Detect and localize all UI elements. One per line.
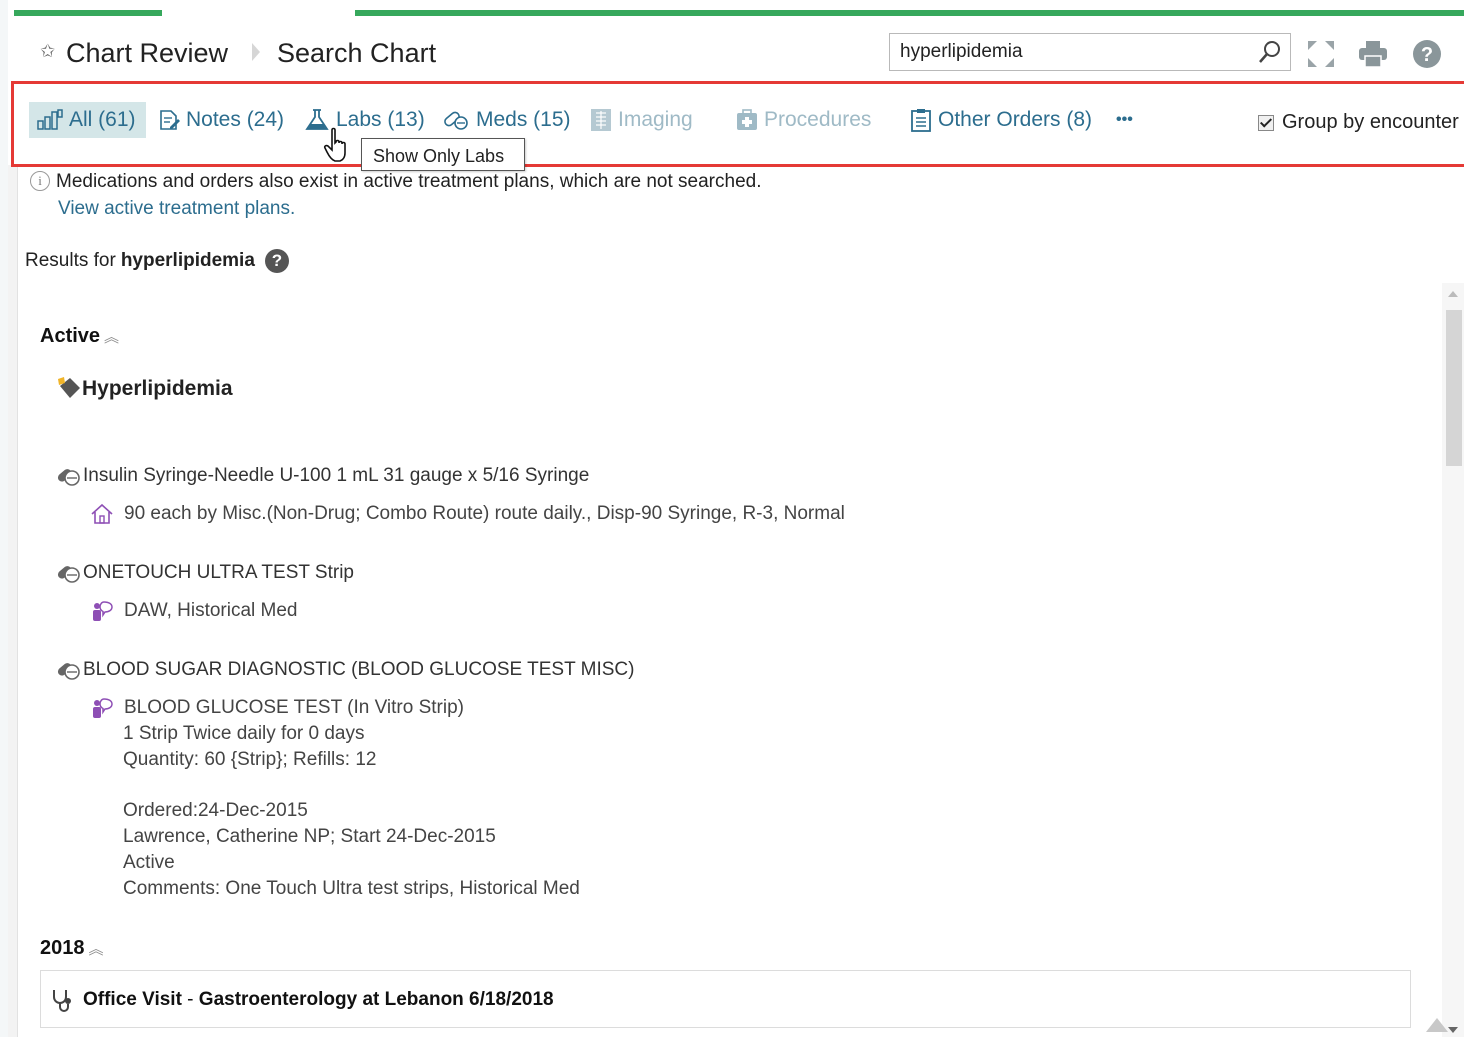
procedures-icon [737, 109, 757, 130]
filter-toolbar: All (61) Notes (24) Labs (13) Meds (15) … [11, 81, 1464, 167]
jump-to-top-icon[interactable] [1424, 1010, 1450, 1034]
year-section-title: 2018 [40, 937, 85, 959]
medication-icon [57, 663, 80, 680]
treatment-plan-notice: i Medications and orders also exist in ac… [30, 171, 761, 193]
active-section-title: Active [40, 325, 101, 347]
med-item-insulin-syringe[interactable]: Insulin Syringe-Needle U-100 1 mL 31 gau… [55, 465, 589, 487]
active-section-header[interactable]: Active ︽ [40, 325, 119, 348]
group-by-encounter-label: Group by encounter [1282, 111, 1459, 133]
results-scrollbar[interactable] [1442, 283, 1464, 1037]
imaging-icon [591, 109, 611, 131]
encounter-detail: Gastroenterology at Lebanon 6/18/2018 [198, 989, 554, 1010]
med-detail-status: Active [123, 852, 175, 873]
medication-icon [57, 469, 80, 486]
filter-other-orders-label: Other Orders (8) [938, 108, 1093, 131]
problem-hyperlipidemia[interactable]: Hyperlipidemia [56, 376, 233, 402]
problem-name: Hyperlipidemia [82, 377, 233, 400]
results-prefix: Results for [25, 250, 116, 271]
expand-icon[interactable] [1305, 38, 1337, 70]
med-detail-ordered: Ordered:24-Dec-2015 [123, 800, 308, 821]
clipboard-icon [911, 109, 931, 132]
help-circle-icon[interactable]: ? [264, 249, 289, 273]
filter-notes-label: Notes (24) [186, 108, 285, 131]
med-name: BLOOD SUGAR DIAGNOSTIC (BLOOD GLUCOSE TE… [83, 659, 635, 680]
breadcrumb-separator-icon [252, 43, 260, 61]
hand-cursor-icon [323, 127, 346, 162]
filter-imaging-button[interactable]: Imaging [590, 102, 693, 138]
stethoscope-icon [53, 990, 71, 1012]
view-treatment-plans-link[interactable]: View active treatment plans. [58, 198, 295, 220]
chart-search-input[interactable] [900, 41, 1240, 63]
info-icon: i [30, 171, 50, 191]
all-results-icon [37, 109, 63, 130]
filter-procedures-button[interactable]: Procedures [736, 102, 871, 138]
filter-other-orders-button[interactable]: Other Orders (8) [910, 102, 1092, 138]
pin-icon[interactable]: ✩ [40, 41, 55, 62]
problem-icon [58, 377, 80, 398]
search-icon[interactable] [1256, 38, 1284, 66]
scroll-thumb[interactable] [1446, 310, 1462, 466]
encounter-type: Office Visit [83, 989, 182, 1010]
results-heading: Results for hyperlipidemia ? [25, 249, 289, 273]
chart-search-field[interactable] [889, 33, 1291, 71]
filter-notes-button[interactable]: Notes (24) [158, 102, 284, 138]
home-icon [91, 503, 113, 524]
medication-icon [57, 566, 80, 583]
encounter-card[interactable]: Office Visit - Gastroenterology at Leban… [40, 970, 1411, 1028]
patient-reported-icon [93, 698, 113, 718]
med-detail-dosing: 1 Strip Twice daily for 0 days [123, 723, 365, 744]
activity-header: ✩ Chart Review Search Chart ? [0, 16, 1464, 80]
labs-tooltip: Show Only Labs [361, 138, 525, 171]
collapse-chevron-icon[interactable]: ︽ [89, 941, 104, 958]
year-2018-section-header[interactable]: 2018 ︽ [40, 937, 104, 960]
med-detail-quantity: Quantity: 60 {Strip}; Refills: 12 [123, 749, 377, 770]
notes-icon [160, 110, 180, 130]
page-title: Search Chart [277, 38, 437, 68]
print-icon[interactable] [1357, 38, 1389, 70]
help-icon[interactable]: ? [1411, 38, 1443, 70]
med-sig: DAW, Historical Med [90, 600, 298, 622]
med-detail-prescriber: Lawrence, Catherine NP; Start 24-Dec-201… [123, 826, 496, 847]
results-term: hyperlipidemia [120, 250, 255, 271]
scroll-up-arrow-icon[interactable] [1448, 291, 1458, 297]
med-name: ONETOUCH ULTRA TEST Strip [83, 562, 354, 583]
med-sig-text: 90 each by Misc.(Non-Drug; Combo Route) … [124, 503, 845, 524]
encounter-title: Office Visit - Gastroenterology at Leban… [51, 988, 554, 1012]
med-item-onetouch[interactable]: ONETOUCH ULTRA TEST Strip [55, 562, 354, 584]
med-sig: 90 each by Misc.(Non-Drug; Combo Route) … [90, 503, 845, 525]
med-sig-text: BLOOD GLUCOSE TEST (In Vitro Strip) [124, 697, 464, 718]
notice-text: Medications and orders also exist in act… [56, 171, 762, 192]
left-gutter [8, 165, 18, 1037]
filter-imaging-label: Imaging [618, 108, 693, 131]
group-by-encounter-checkbox[interactable] [1258, 114, 1274, 131]
med-name: Insulin Syringe-Needle U-100 1 mL 31 gau… [83, 465, 590, 486]
filter-all-button[interactable]: All (61) [29, 102, 146, 138]
filter-meds-button[interactable]: Meds (15) [442, 102, 571, 138]
group-by-encounter-toggle[interactable]: Group by encounter [1258, 111, 1459, 134]
svg-text:?: ? [1421, 44, 1433, 66]
more-filters-button[interactable]: ••• [1116, 102, 1133, 138]
pills-icon [444, 111, 468, 130]
med-detail-comments: Comments: One Touch Ultra test strips, H… [123, 878, 580, 899]
filter-all-label: All (61) [69, 108, 136, 131]
med-item-blood-sugar-diagnostic[interactable]: BLOOD SUGAR DIAGNOSTIC (BLOOD GLUCOSE TE… [55, 659, 634, 681]
med-sig-text: DAW, Historical Med [124, 600, 298, 621]
encounter-separator: - [181, 989, 199, 1010]
left-edge [0, 0, 8, 1037]
collapse-chevron-icon[interactable]: ︽ [104, 329, 119, 346]
patient-reported-icon [93, 601, 113, 621]
filter-procedures-label: Procedures [764, 108, 872, 131]
breadcrumb-chart-review[interactable]: Chart Review [66, 38, 228, 69]
filter-meds-label: Meds (15) [476, 108, 571, 131]
med-sig: BLOOD GLUCOSE TEST (In Vitro Strip) [90, 697, 464, 719]
